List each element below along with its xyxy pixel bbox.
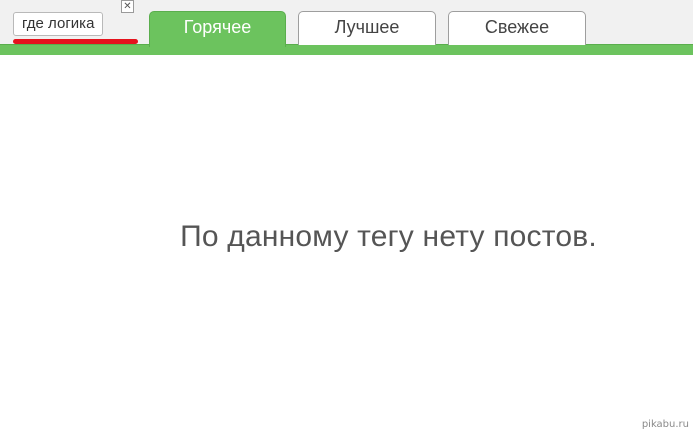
tab-fresh[interactable]: Свежее [448,11,586,45]
tab-best[interactable]: Лучшее [298,11,436,45]
tab-best-label: Лучшее [334,17,400,37]
tab-hot-label: Горячее [183,17,252,37]
page: где логика ✕ Горячее Лучшее Свежее По да… [0,0,693,434]
red-underline-annotation [13,39,138,44]
tab-fresh-label: Свежее [484,17,550,37]
tab-bar-strip [0,44,693,55]
tag-filter-chip[interactable]: где логика [13,12,104,36]
empty-state-message: По данному тегу нету постов. [180,220,597,253]
watermark: pikabu.ru [641,419,689,430]
tag-filter-label: где логика [22,15,95,32]
tab-hot[interactable]: Горячее [149,11,286,47]
close-icon[interactable]: ✕ [121,0,134,13]
